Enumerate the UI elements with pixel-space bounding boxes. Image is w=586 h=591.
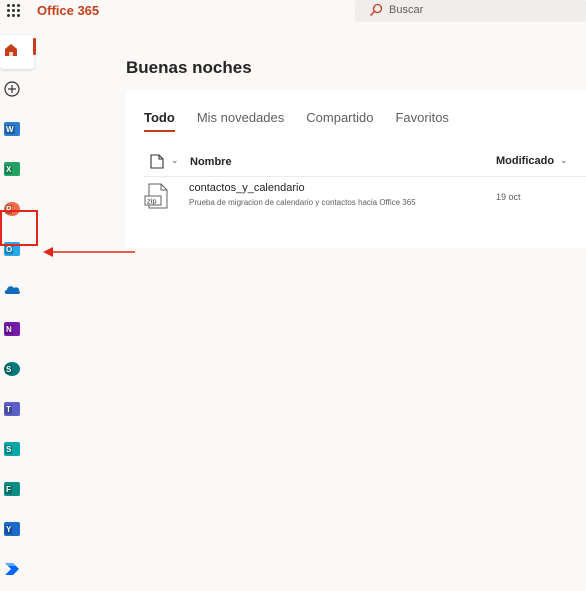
add-circle-icon (4, 81, 20, 97)
file-name[interactable]: contactos_y_calendario (189, 182, 305, 194)
rail-item-sway[interactable]: S (3, 440, 21, 458)
file-row[interactable]: zip contactos_y_calendario Prueba de mig… (144, 180, 586, 216)
rail-item-home[interactable] (0, 35, 36, 69)
zip-label: zip (147, 197, 157, 206)
file-type-icon[interactable] (150, 154, 164, 169)
forms-icon: F (4, 482, 20, 496)
sharepoint-icon: S (4, 362, 20, 376)
chevron-down-icon[interactable]: ⌄ (171, 155, 179, 166)
rail-item-teams[interactable]: T (3, 400, 21, 418)
rail-item-word[interactable]: W (3, 120, 21, 138)
search-icon (370, 3, 383, 16)
search-box[interactable]: Buscar (355, 0, 586, 22)
highlight-box (0, 210, 38, 246)
tab-favoritos[interactable]: Favoritos (395, 110, 448, 132)
rail-item-excel[interactable]: X (3, 160, 21, 178)
tab-mis-novedades[interactable]: Mis novedades (197, 110, 284, 132)
app-rail: W X P O N S T S F Y (0, 22, 40, 591)
tab-compartido[interactable]: Compartido (306, 110, 373, 132)
rail-item-forms[interactable]: F (3, 480, 21, 498)
rail-item-yammer[interactable]: Y (3, 520, 21, 538)
divider (144, 176, 586, 177)
sway-icon: S (4, 442, 20, 456)
zip-file-icon: zip (144, 183, 168, 209)
app-launcher-icon[interactable] (7, 4, 20, 17)
rail-item-onenote[interactable]: N (3, 320, 21, 338)
file-list-header: ⌄ Nombre Modificado ⌄ (144, 153, 586, 171)
chevron-down-icon[interactable]: ⌄ (560, 155, 568, 166)
column-name[interactable]: Nombre (190, 156, 232, 168)
rail-item-create[interactable] (3, 80, 21, 98)
onenote-icon: N (4, 322, 20, 336)
home-icon (5, 44, 17, 56)
onedrive-cloud-icon (4, 286, 21, 294)
rail-item-onedrive[interactable] (3, 280, 21, 298)
top-bar: Office 365 Buscar (0, 0, 586, 22)
file-description: Prueba de migracion de calendario y cont… (189, 198, 416, 207)
excel-icon: X (4, 162, 20, 176)
search-placeholder: Buscar (389, 4, 424, 16)
rail-item-power-automate[interactable] (3, 560, 21, 578)
tab-todo[interactable]: Todo (144, 110, 175, 132)
file-tabs: Todo Mis novedades Compartido Favoritos (144, 110, 471, 132)
column-modified[interactable]: Modificado (496, 155, 554, 167)
word-icon: W (4, 122, 20, 136)
page-title: Buenas noches (126, 58, 252, 77)
yammer-icon: Y (4, 522, 20, 536)
power-automate-icon (5, 563, 19, 575)
recent-files-card: Todo Mis novedades Compartido Favoritos … (126, 90, 586, 248)
rail-item-sharepoint[interactable]: S (3, 360, 21, 378)
teams-icon: T (4, 402, 20, 416)
annotation-arrow-icon (43, 247, 135, 257)
active-indicator (33, 38, 36, 55)
file-modified-date: 19 oct (496, 192, 521, 202)
app-title[interactable]: Office 365 (37, 3, 99, 18)
